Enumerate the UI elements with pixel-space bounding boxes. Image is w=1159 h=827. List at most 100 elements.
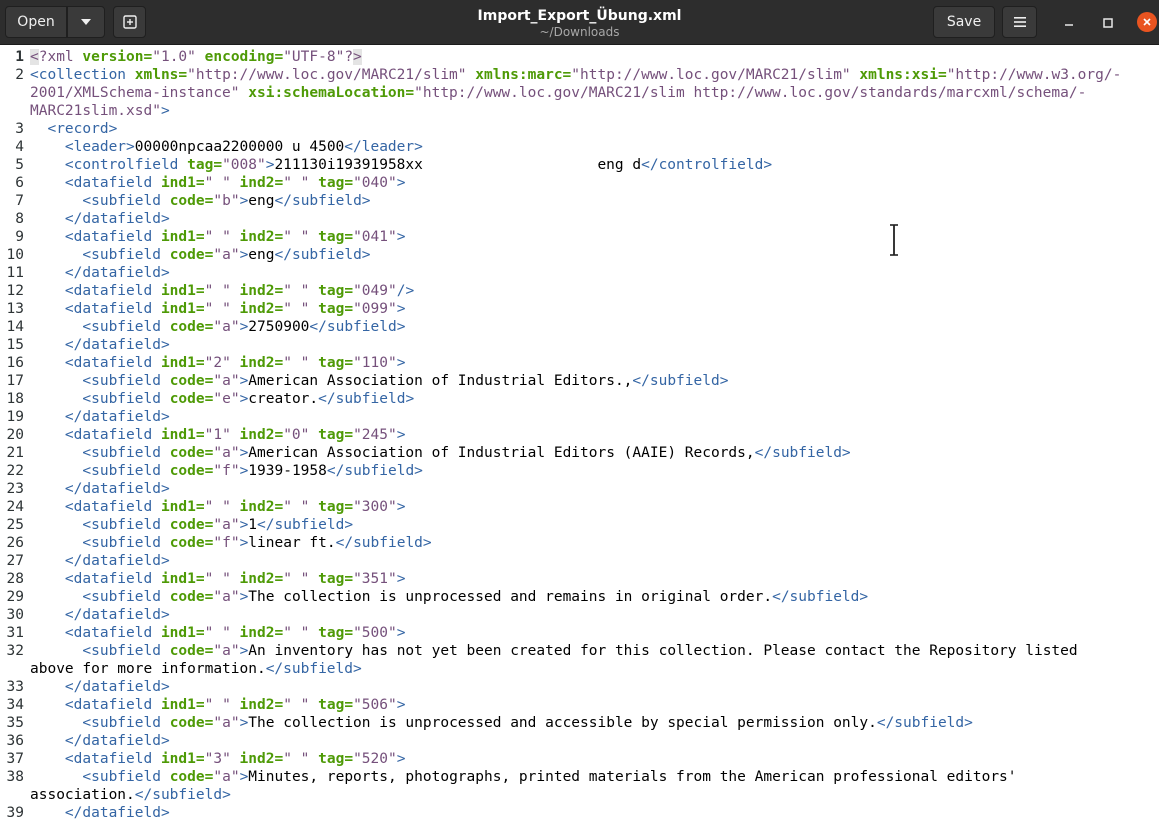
code-token: code= (169, 589, 214, 605)
code-line[interactable]: 8 </datafield> (0, 210, 1159, 228)
code-text: <subfield code="a">1</subfield> (30, 516, 353, 534)
code-line[interactable]: 6 <datafield ind1=" " ind2=" " tag="040"… (0, 174, 1159, 192)
code-line[interactable]: 15 </datafield> (0, 336, 1159, 354)
code-token: </datafield> (64, 553, 170, 569)
code-line[interactable]: 1 <?xml version="1.0" encoding="UTF-8"?> (0, 48, 1159, 66)
code-token: </datafield> (64, 409, 170, 425)
code-line[interactable]: 23 </datafield> (0, 480, 1159, 498)
code-line[interactable]: 33 </datafield> (0, 678, 1159, 696)
open-button[interactable]: Open (5, 6, 67, 38)
code-line[interactable]: 29 <subfield code="a">The collection is … (0, 588, 1159, 606)
code-token: "099" (353, 301, 397, 317)
code-line[interactable]: 20 <datafield ind1="1" ind2="0" tag="245… (0, 426, 1159, 444)
code-line-wrapped[interactable]: MARC21slim.xsd"> (0, 102, 1159, 120)
code-token: "f" (213, 535, 240, 551)
code-token: tag= (318, 355, 354, 371)
code-line[interactable]: 11 </datafield> (0, 264, 1159, 282)
code-line[interactable]: 36 </datafield> (0, 732, 1159, 750)
code-line-wrapped[interactable]: 2001/XMLSchema-instance" xsi:schemaLocat… (0, 84, 1159, 102)
code-line[interactable]: 5 <controlfield tag="008">211130i1939195… (0, 156, 1159, 174)
line-number: 33 (6, 679, 24, 695)
code-token: ind1= (160, 625, 205, 641)
code-line[interactable]: 21 <subfield code="a">American Associati… (0, 444, 1159, 462)
code-line[interactable]: 16 <datafield ind1="2" ind2=" " tag="110… (0, 354, 1159, 372)
code-token: "a" (213, 319, 240, 335)
code-line[interactable]: 38 <subfield code="a">Minutes, reports, … (0, 768, 1159, 786)
code-token: > (239, 247, 249, 263)
open-menu-button[interactable] (67, 6, 105, 38)
code-text: 2001/XMLSchema-instance" xsi:schemaLocat… (30, 84, 1086, 102)
code-line[interactable]: 14 <subfield code="a">2750900</subfield> (0, 318, 1159, 336)
code-line[interactable]: 34 <datafield ind1=" " ind2=" " tag="506… (0, 696, 1159, 714)
line-number: 1 (15, 49, 24, 65)
code-token: code= (169, 193, 214, 209)
code-line[interactable]: 30 </datafield> (0, 606, 1159, 624)
code-line-wrapped[interactable]: above for more information.</subfield> (0, 660, 1159, 678)
code-line[interactable]: 2 <collection xmlns="http://www.loc.gov/M… (0, 66, 1159, 84)
code-token: "http://www.w3.org/- (946, 67, 1122, 83)
save-button[interactable]: Save (933, 6, 995, 38)
line-number: 14 (6, 319, 24, 335)
code-line[interactable]: 9 <datafield ind1=" " ind2=" " tag="041"… (0, 228, 1159, 246)
code-line[interactable]: 24 <datafield ind1=" " ind2=" " tag="300… (0, 498, 1159, 516)
code-line[interactable]: 26 <subfield code="f">linear ft.</subfie… (0, 534, 1159, 552)
code-line[interactable]: 12 <datafield ind1=" " ind2=" " tag="049… (0, 282, 1159, 300)
code-line[interactable]: 37 <datafield ind1="3" ind2=" " tag="520… (0, 750, 1159, 768)
code-line[interactable]: 10 <subfield code="a">eng</subfield> (0, 246, 1159, 264)
code-token: " " (283, 283, 310, 299)
code-token: ind2= (239, 283, 284, 299)
new-tab-button[interactable] (113, 6, 146, 38)
code-token: "1.0" (152, 49, 196, 65)
code-line[interactable]: 27 </datafield> (0, 552, 1159, 570)
code-token: linear ft. (248, 535, 336, 551)
code-line[interactable]: 17 <subfield code="a">American Associati… (0, 372, 1159, 390)
code-line[interactable]: 28 <datafield ind1=" " ind2=" " tag="351… (0, 570, 1159, 588)
code-text: <datafield ind1="2" ind2=" " tag="110"> (30, 354, 406, 372)
code-line[interactable]: 3 <record> (0, 120, 1159, 138)
code-line[interactable]: 19 </datafield> (0, 408, 1159, 426)
code-line[interactable]: 18 <subfield code="e">creator.</subfield… (0, 390, 1159, 408)
code-line[interactable]: 39 </datafield> (0, 804, 1159, 822)
code-token: </datafield> (64, 337, 170, 353)
code-line[interactable]: 4 <leader>00000npcaa2200000 u 4500</lead… (0, 138, 1159, 156)
code-token: < (30, 49, 39, 65)
text-editor[interactable]: 1 <?xml version="1.0" encoding="UTF-8"?> 2… (0, 46, 1159, 827)
code-line[interactable]: 22 <subfield code="f">1939-1958</subfiel… (0, 462, 1159, 480)
code-text: <datafield ind1=" " ind2=" " tag="300"> (30, 498, 406, 516)
code-line[interactable]: 7 <subfield code="b">eng</subfield> (0, 192, 1159, 210)
code-token: <collection (30, 67, 135, 83)
minimize-button[interactable] (1058, 12, 1080, 34)
line-number: 16 (6, 355, 24, 371)
maximize-button[interactable] (1097, 12, 1119, 34)
code-token: American Association of Industrial Edito… (248, 445, 755, 461)
code-line[interactable]: 31 <datafield ind1=" " ind2=" " tag="500… (0, 624, 1159, 642)
code-token: "http://www.loc.gov/MARC21/slim http://w… (414, 85, 1087, 101)
code-line[interactable]: 32 <subfield code="a">An inventory has n… (0, 642, 1159, 660)
code-token: " " (204, 229, 231, 245)
code-line-wrapped[interactable]: association.</subfield> (0, 786, 1159, 804)
code-token: > (239, 769, 249, 785)
code-line[interactable]: 35 <subfield code="a">The collection is … (0, 714, 1159, 732)
code-token: " " (283, 175, 310, 191)
close-button[interactable] (1137, 12, 1157, 32)
code-line[interactable]: 25 <subfield code="a">1</subfield> (0, 516, 1159, 534)
code-line[interactable]: 13 <datafield ind1=" " ind2=" " tag="099… (0, 300, 1159, 318)
code-token: "500" (353, 625, 397, 641)
code-token: > (239, 391, 249, 407)
main-menu-button[interactable] (1002, 6, 1037, 38)
code-token: tag= (318, 625, 354, 641)
